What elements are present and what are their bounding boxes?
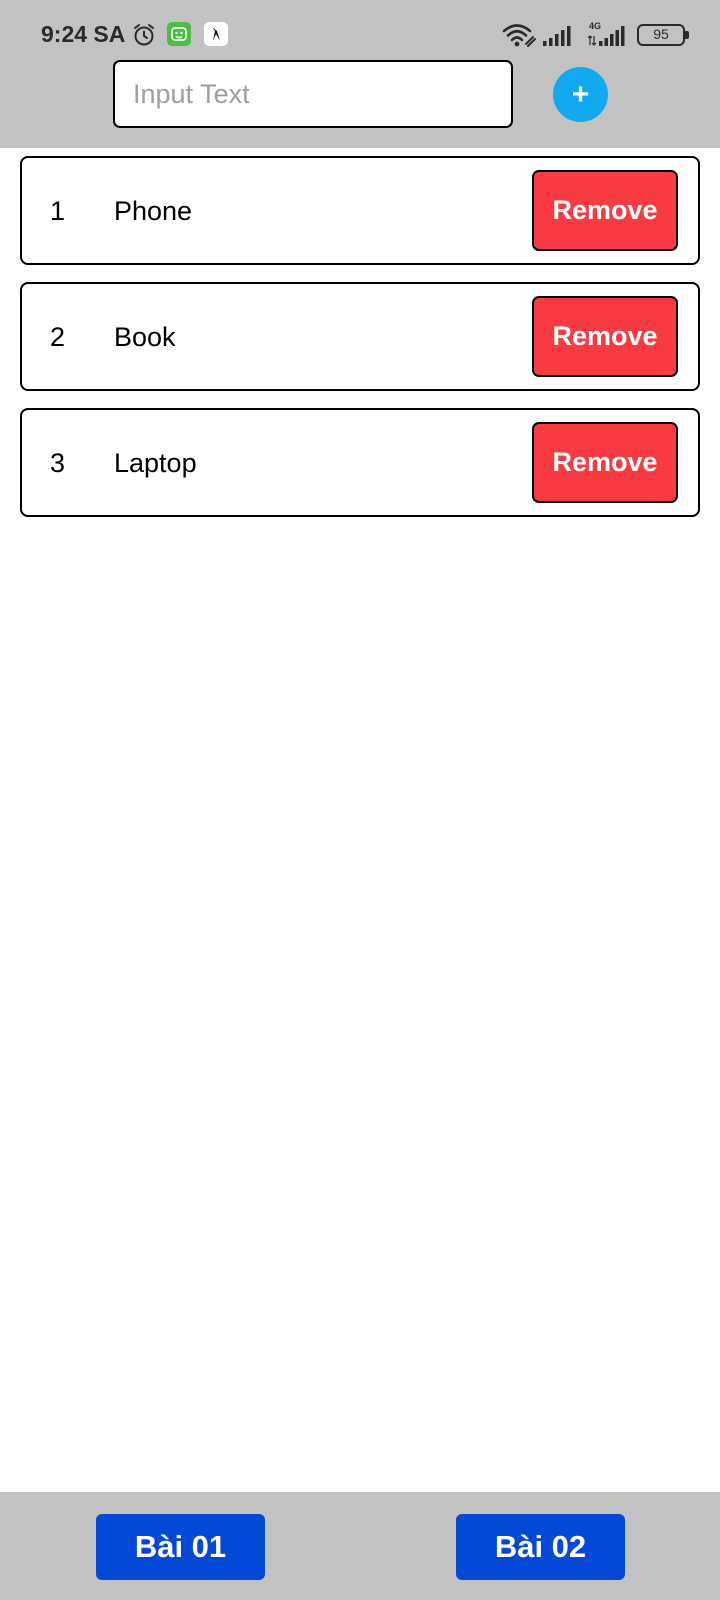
wifi-icon [502, 24, 536, 47]
item-name: Book [114, 322, 176, 352]
cell-signal-icon [588, 26, 625, 46]
list-item: 1 Phone Remove [20, 156, 700, 265]
remove-button[interactable]: Remove [532, 170, 678, 251]
cell-signal-icon [543, 26, 571, 46]
battery-icon: 95 [637, 24, 685, 46]
status-time: 9:24 SA [41, 21, 126, 47]
remove-button[interactable]: Remove [532, 296, 678, 377]
item-index: 3 [50, 448, 66, 478]
list-item: 2 Book Remove [20, 282, 700, 391]
battery-tip [685, 31, 689, 39]
app-green-icon [167, 22, 191, 46]
item-text-input[interactable] [113, 60, 513, 128]
header-area: 9:24 SA 4G 95 Input Text + [0, 0, 720, 148]
add-item-button[interactable]: + [553, 67, 608, 122]
item-name: Laptop [114, 448, 197, 478]
list-item: 3 Laptop Remove [20, 408, 700, 517]
item-index: 1 [50, 196, 66, 226]
nav-button-bai-01[interactable]: Bài 01 [96, 1514, 265, 1580]
remove-button[interactable]: Remove [532, 422, 678, 503]
battery-level: 95 [653, 26, 669, 42]
alarm-icon [134, 24, 154, 46]
nav-button-bai-02[interactable]: Bài 02 [456, 1514, 625, 1580]
app-white-icon [204, 22, 228, 46]
status-bar: 9:24 SA 4G 95 [0, 0, 720, 64]
bottom-nav-bar: Bài 01 Bài 02 [0, 1492, 720, 1600]
item-name: Phone [114, 196, 193, 226]
item-index: 2 [50, 322, 66, 352]
